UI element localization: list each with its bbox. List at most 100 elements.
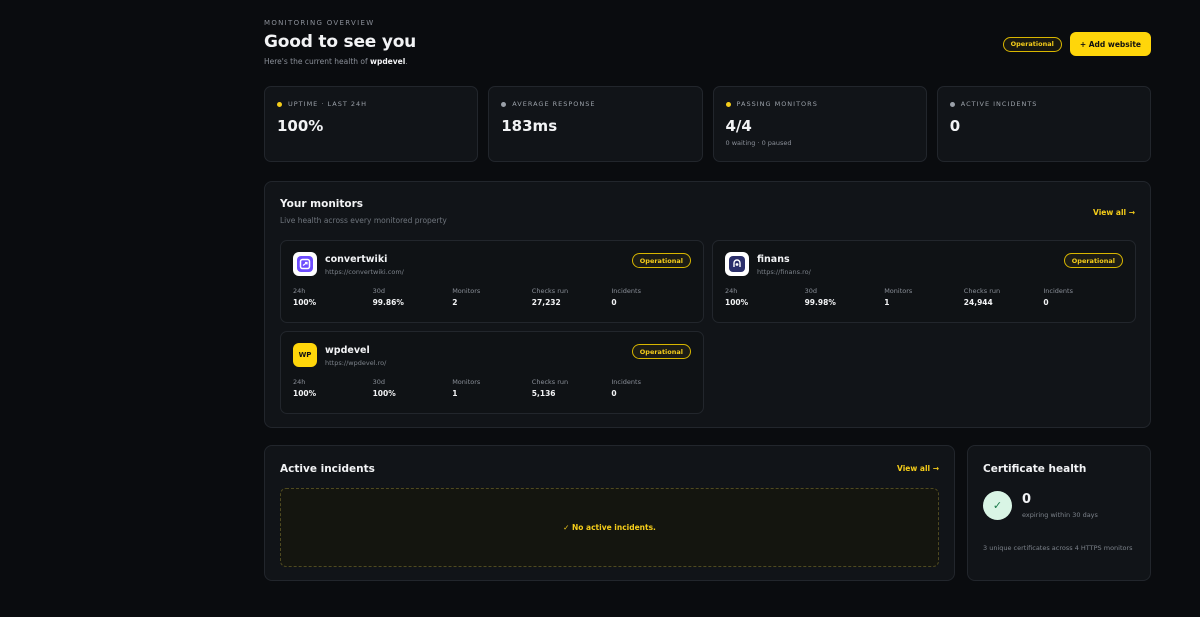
monitor-stat-24h: 24h 100%	[293, 287, 373, 307]
monitor-stat-label: Checks run	[531, 287, 569, 295]
header-actions: Operational + Add website	[1002, 32, 1151, 56]
monitor-stat-label: Monitors	[884, 287, 913, 295]
page-eyebrow: MONITORING OVERVIEW	[264, 19, 375, 27]
monitor-stat-30d: 30d 99.86%	[373, 287, 453, 307]
monitor-grid: convertwiki https://convertwiki.com/ Ope…	[280, 240, 1136, 414]
subtitle-prefix: Here's the current health of	[264, 57, 371, 66]
status-dot-icon	[277, 101, 282, 107]
monitor-card-wpdevel[interactable]: WP wpdevel https://wpdevel.ro/ Operation…	[280, 331, 704, 414]
stat-label-text: PASSING MONITORS	[736, 100, 818, 108]
stats-row: UPTIME · LAST 24H 100% AVERAGE RESPONSE …	[264, 86, 1151, 162]
monitor-stat-label: Incidents	[611, 287, 641, 295]
incidents-empty-state: ✓ No active incidents.	[280, 488, 939, 567]
stat-label: ACTIVE INCIDENTS	[949, 100, 1138, 108]
global-status-badge: Operational	[1002, 36, 1062, 52]
stat-card-uptime: UPTIME · LAST 24H 100%	[264, 86, 479, 162]
monitor-stat-incidents: Incidents 0	[1043, 287, 1123, 307]
incidents-view-all-link[interactable]: View all →	[897, 464, 939, 473]
stat-label-text: ACTIVE INCIDENTS	[960, 100, 1038, 108]
monitor-stat-incidents: Incidents 0	[611, 287, 691, 307]
monitor-status-badge: Operational	[1063, 253, 1123, 268]
monitor-stat-value: 27,232	[531, 298, 561, 307]
monitor-card-finans[interactable]: finans https://finans.ro/ Operational 24…	[712, 240, 1136, 323]
monitor-stat-value: 100%	[293, 298, 317, 307]
add-website-button[interactable]: + Add website	[1069, 32, 1151, 56]
page-header: MONITORING OVERVIEW Good to see you Here…	[264, 0, 1151, 86]
monitors-title: Your monitors	[280, 198, 364, 210]
monitor-stat-label: Incidents	[611, 378, 641, 386]
monitor-stat-label: Monitors	[452, 287, 481, 295]
monitor-stat-label: 30d	[372, 287, 385, 295]
monitor-stat-label: Monitors	[452, 378, 481, 386]
stat-label: UPTIME · LAST 24H	[277, 100, 465, 108]
stat-label-text: UPTIME · LAST 24H	[288, 100, 368, 108]
monitor-stat-30d: 30d 99.98%	[805, 287, 885, 307]
page-subtitle: Here's the current health of wpdevel.	[264, 57, 408, 66]
subtitle-site: wpdevel	[370, 57, 406, 66]
stat-card-incidents: ACTIVE INCIDENTS 0	[936, 86, 1151, 162]
certificate-panel: Certificate health ✓ 0 expiring within 3…	[967, 445, 1151, 581]
monitor-stat-value: 100%	[725, 298, 749, 307]
incidents-title: Active incidents	[280, 463, 375, 475]
monitor-status-badge: Operational	[631, 253, 691, 268]
monitor-name: finans	[757, 254, 790, 265]
bottom-row: Active incidents View all → ✓ No active …	[264, 445, 1151, 581]
stat-card-passing: PASSING MONITORS 4/4 0 waiting · 0 pause…	[712, 86, 927, 162]
monitor-stat-value: 99.86%	[372, 298, 404, 307]
monitor-card-convertwiki[interactable]: convertwiki https://convertwiki.com/ Ope…	[280, 240, 704, 323]
monitor-stat-value: 0	[611, 389, 617, 398]
monitor-stat-value: 0	[611, 298, 617, 307]
monitor-stat-24h: 24h 100%	[293, 378, 373, 398]
subtitle-suffix: .	[405, 57, 408, 66]
monitor-stat-label: 24h	[293, 287, 306, 295]
monitor-stat-monitors: Monitors 1	[884, 287, 964, 307]
monitor-stat-value: 0	[1043, 298, 1049, 307]
wp-logo-icon: WP	[293, 343, 317, 367]
finans-logo-icon	[725, 252, 749, 276]
certificate-title: Certificate health	[983, 463, 1087, 475]
certificate-note: 3 unique certificates across 4 HTTPS mon…	[983, 544, 1133, 552]
certificate-expiring-label: expiring within 30 days	[1022, 511, 1098, 519]
monitor-stat-value: 100%	[293, 389, 317, 398]
monitor-url[interactable]: https://convertwiki.com/	[325, 268, 404, 276]
monitor-stat-checks: Checks run 24,944	[964, 287, 1044, 307]
page-title: Good to see you	[264, 32, 417, 52]
monitor-stat-label: 24h	[293, 378, 306, 386]
monitor-name: convertwiki	[325, 254, 388, 265]
monitor-stat-label: Checks run	[531, 378, 569, 386]
monitor-stat-24h: 24h 100%	[725, 287, 805, 307]
stat-value: 100%	[277, 117, 324, 135]
status-dot-icon	[725, 101, 731, 107]
stat-value: 4/4	[725, 117, 752, 135]
monitor-name: wpdevel	[325, 345, 370, 356]
monitor-stat-label: Incidents	[1043, 287, 1073, 295]
monitor-url[interactable]: https://finans.ro/	[757, 268, 811, 276]
status-dot-icon	[949, 101, 955, 107]
incidents-panel: Active incidents View all → ✓ No active …	[264, 445, 955, 581]
monitors-panel: Your monitors Live health across every m…	[264, 181, 1151, 428]
stat-label-text: AVERAGE RESPONSE	[512, 100, 596, 108]
monitor-stat-checks: Checks run 27,232	[532, 287, 612, 307]
monitors-subtitle: Live health across every monitored prope…	[280, 216, 447, 225]
monitor-stat-value: 5,136	[531, 389, 556, 398]
monitor-stat-label: 24h	[725, 287, 738, 295]
monitor-stat-label: Checks run	[963, 287, 1001, 295]
monitors-view-all-link[interactable]: View all →	[1093, 208, 1135, 217]
monitor-status-badge: Operational	[631, 344, 691, 359]
monitor-stat-incidents: Incidents 0	[611, 378, 691, 398]
monitor-stat-value: 24,944	[963, 298, 993, 307]
monitor-stat-checks: Checks run 5,136	[532, 378, 612, 398]
monitor-stat-label: 30d	[804, 287, 817, 295]
monitor-stat-30d: 30d 100%	[373, 378, 453, 398]
stat-label: AVERAGE RESPONSE	[501, 100, 689, 108]
certificate-expiring-count: 0	[1022, 492, 1032, 507]
monitor-url[interactable]: https://wpdevel.ro/	[325, 359, 386, 367]
monitor-stat-value: 2	[452, 298, 458, 307]
stat-value: 183ms	[501, 117, 558, 135]
status-dot-icon	[501, 101, 507, 107]
dashboard-page: MONITORING OVERVIEW Good to see you Here…	[264, 0, 1151, 581]
check-icon: ✓	[983, 491, 1012, 520]
monitor-stats: 24h 100% 30d 99.98% Monitors 1 Checks run 24…	[725, 287, 1123, 307]
monitor-stat-value: 100%	[372, 389, 396, 398]
convertwiki-logo-icon	[293, 252, 317, 276]
